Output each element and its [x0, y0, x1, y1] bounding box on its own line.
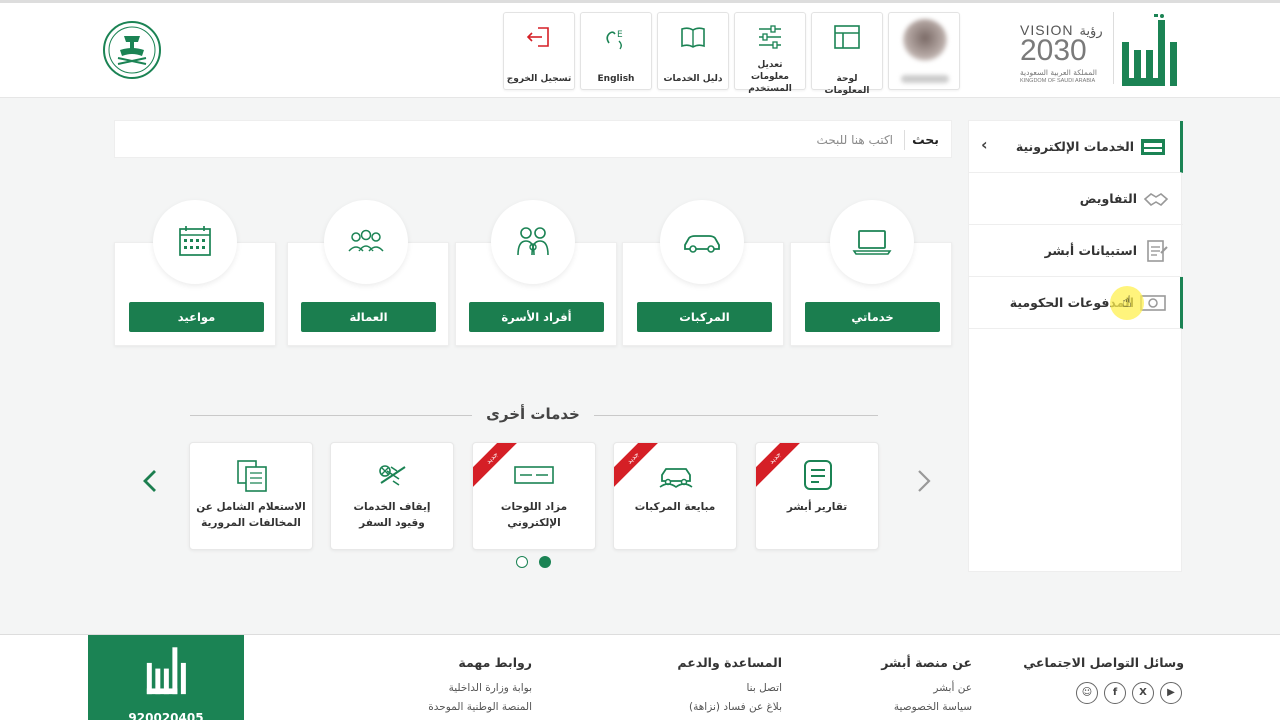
car-icon: [684, 235, 720, 253]
car-icon-circle: [660, 200, 744, 284]
service-card-travel-restrictions[interactable]: إيقاف الخدمات وقيود السفر: [330, 442, 454, 550]
sidebar: الخدمات الإلكترونية ‹ التفاويض استبيانات…: [968, 120, 1183, 572]
laptop-icon-circle: [830, 200, 914, 284]
chevron-left-icon[interactable]: ‹: [981, 135, 988, 154]
plane-block-icon: [379, 465, 406, 486]
language-icon: E: [606, 30, 623, 50]
footer-link[interactable]: سياسة الخصوصية: [881, 701, 972, 713]
search-bar: بحث: [114, 120, 952, 158]
dashboard-button[interactable]: لوحة المعلومات: [811, 12, 883, 96]
logout-button[interactable]: تسجيل الخروج: [503, 12, 575, 90]
family-icon-circle: [491, 200, 575, 284]
sidebar-item-surveys[interactable]: استبيانات أبشر: [969, 225, 1183, 277]
footer-social: وسائل التواصل الاجتماعي: [1023, 655, 1184, 670]
search-label: بحث: [912, 132, 939, 147]
search-input[interactable]: [593, 129, 893, 151]
book-icon: [681, 27, 705, 48]
absher-logo[interactable]: أبشر: [1118, 14, 1181, 90]
my-services-button[interactable]: خدماتي: [805, 302, 940, 332]
footer-link[interactable]: بوابة وزارة الداخلية: [428, 682, 532, 694]
sliders-icon: [759, 25, 781, 49]
logout-icon: [526, 27, 549, 47]
edit-user-info-button[interactable]: تعديل معلومات المستخدم: [734, 12, 806, 94]
calendar-icon: [179, 226, 211, 256]
service-card-vehicle-sale[interactable]: جديد مبايعة المركبات: [613, 442, 737, 550]
carousel-dot-1[interactable]: [516, 556, 528, 568]
carousel-next-arrow[interactable]: [914, 466, 934, 496]
user-profile-button[interactable]: [888, 12, 960, 90]
youtube-icon[interactable]: ▶: [1160, 682, 1182, 704]
footer-link[interactable]: بلاغ عن فساد (نزاهة): [677, 701, 782, 713]
footer-link[interactable]: اتصل بنا: [677, 682, 782, 694]
header: أبشر VISIONرؤية 2030 المملكة العربية الس…: [0, 0, 1280, 98]
snapchat-icon[interactable]: ☺: [1076, 682, 1098, 704]
footer-absher-logo: أبشر 920020405: [88, 635, 244, 720]
x-twitter-icon[interactable]: X: [1132, 682, 1154, 704]
services-guide-button[interactable]: دليل الخدمات: [657, 12, 729, 90]
other-services-title: خدمات أخرى: [486, 405, 580, 423]
license-plate-icon: [514, 466, 554, 484]
service-card-plates-auction[interactable]: جديد مزاد اللوحات الإلكتروني: [472, 442, 596, 550]
avatar: [903, 19, 947, 61]
facebook-icon[interactable]: f: [1104, 682, 1126, 704]
service-card-absher-reports[interactable]: جديد تقارير أبشر: [755, 442, 879, 550]
footer-about: عن منصة أبشر عن أبشر سياسة الخصوصية: [881, 655, 972, 713]
sidebar-item-delegations[interactable]: التفاويض: [969, 173, 1183, 225]
sidebar-item-e-services[interactable]: الخدمات الإلكترونية ‹: [969, 121, 1183, 173]
support-phone: 920020405: [128, 711, 204, 720]
divider: [190, 415, 472, 416]
vehicles-button[interactable]: المركبات: [637, 302, 772, 332]
dashboard-icon: [834, 25, 860, 49]
workers-icon-circle: [324, 200, 408, 284]
workers-button[interactable]: العمالة: [301, 302, 436, 332]
e-services-icon: [1141, 139, 1165, 155]
carousel-prev-arrow[interactable]: [140, 466, 160, 496]
documents-icon: [237, 460, 267, 492]
survey-icon: [1147, 240, 1168, 262]
family-icon: [517, 227, 549, 256]
username-blurred: [901, 75, 949, 83]
footer-link[interactable]: عن أبشر: [881, 682, 972, 694]
carousel-dot-2[interactable]: [539, 556, 551, 568]
appointments-button[interactable]: مواعيد: [129, 302, 264, 332]
hand-cursor-icon: ☝: [1122, 292, 1132, 311]
footer-link[interactable]: المنصة الوطنية الموحدة: [428, 701, 532, 713]
footer-important-links: روابط مهمة بوابة وزارة الداخلية المنصة ا…: [428, 655, 532, 713]
vision-2030-logo: VISION رؤية 2030 المملكة العربية السعودية…: [1020, 22, 1103, 84]
footer-support: المساعدة والدعم اتصل بنا بلاغ عن فساد (ن…: [677, 655, 782, 713]
sidebar-item-gov-payments[interactable]: المدفوعات الحكومية: [969, 277, 1183, 329]
calendar-icon-circle: [153, 200, 237, 284]
family-members-button[interactable]: أفراد الأسرة: [469, 302, 604, 332]
reports-icon: [804, 460, 832, 490]
divider: [594, 415, 878, 416]
laptop-icon: [852, 230, 892, 255]
svg-text:E: E: [617, 30, 623, 40]
workers-icon: [348, 229, 384, 252]
service-card-traffic-violations[interactable]: الاستعلام الشامل عن المخالفات المرورية: [189, 442, 313, 550]
handshake-icon: [1143, 193, 1169, 207]
ministry-emblem: [102, 20, 162, 80]
car-sale-icon: [659, 468, 693, 488]
language-button[interactable]: E English: [580, 12, 652, 90]
